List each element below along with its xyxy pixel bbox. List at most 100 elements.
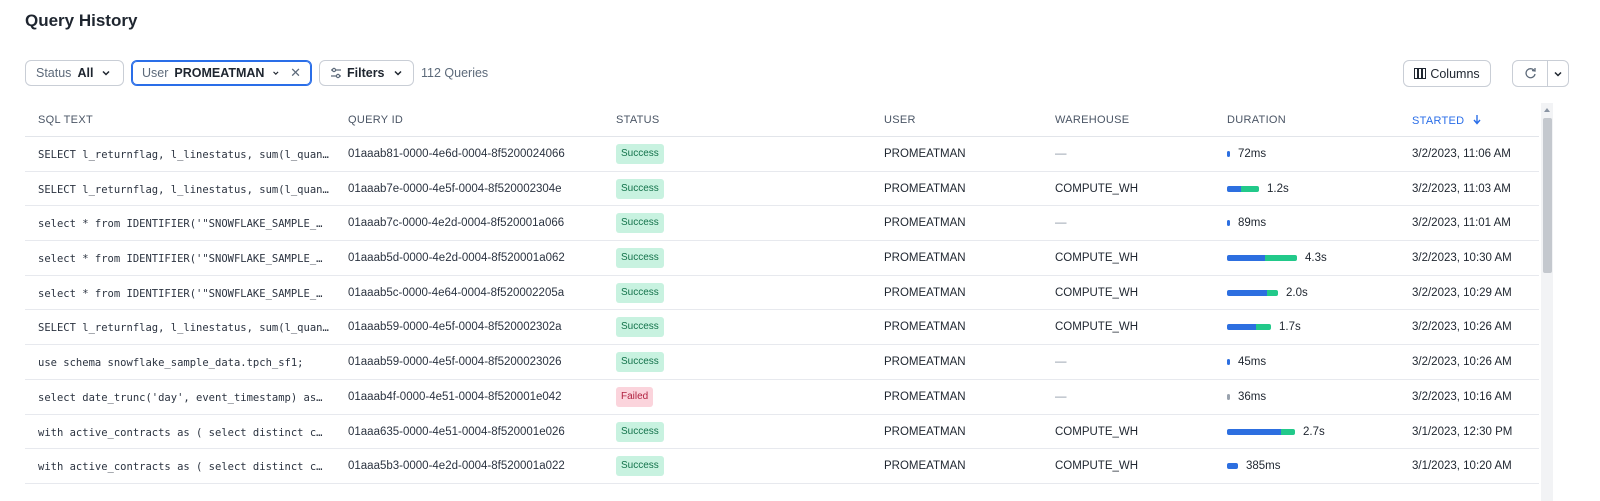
- clear-user-filter-icon[interactable]: ✕: [290, 65, 301, 81]
- warehouse-cell: —: [1055, 356, 1067, 369]
- table-row[interactable]: SELECT l_returnflag, l_linestatus, sum(l…: [25, 310, 1539, 346]
- duration-bar-failed-segment: [1227, 393, 1230, 400]
- user-cell: PROMEATMAN: [884, 148, 966, 160]
- table-header: SQL TEXT QUERY ID STATUS USER WAREHOUSE …: [25, 103, 1539, 137]
- duration-cell: 45ms: [1227, 356, 1266, 368]
- user-cell: PROMEATMAN: [884, 217, 966, 230]
- table-row[interactable]: select * from IDENTIFIER('"SNOWFLAKE_SAM…: [25, 241, 1539, 276]
- column-header-warehouse[interactable]: WAREHOUSE: [1055, 114, 1129, 126]
- query-id-cell[interactable]: 01aaab7e-0000-4e5f-0004-8f520002304e: [348, 183, 562, 195]
- duration-bar-compile-segment: [1227, 463, 1238, 470]
- duration-cell: 4.3s: [1227, 252, 1327, 264]
- status-badge: Success: [616, 213, 664, 234]
- column-header-sql-text[interactable]: SQL TEXT: [38, 114, 93, 126]
- table-row[interactable]: select date_trunc('day', event_timestamp…: [25, 380, 1539, 415]
- duration-value: 72ms: [1238, 148, 1267, 160]
- duration-bar-compile-segment: [1227, 220, 1230, 227]
- scroll-up-arrow-icon[interactable]: [1543, 106, 1551, 114]
- duration-bar-compile-segment: [1227, 185, 1241, 192]
- filters-button[interactable]: Filters: [319, 60, 414, 86]
- table-row[interactable]: select * from IDENTIFIER('"SNOWFLAKE_SAM…: [25, 276, 1539, 311]
- toolbar: Status All User PROMEATMAN ✕ Filters 112…: [25, 60, 1585, 87]
- table-row[interactable]: with active_contracts as ( select distin…: [25, 415, 1539, 450]
- sql-text-cell: with active_contracts as ( select distin…: [38, 426, 323, 439]
- duration-value: 1.2s: [1267, 182, 1289, 195]
- duration-bar-execute-segment: [1256, 324, 1271, 331]
- query-id-cell[interactable]: 01aaab59-0000-4e5f-0004-8f520002302a: [348, 321, 562, 333]
- duration-bar-compile-segment: [1227, 324, 1256, 331]
- table-row[interactable]: SELECT l_returnflag, l_linestatus, sum(l…: [25, 172, 1539, 207]
- columns-icon: [1414, 68, 1427, 79]
- user-filter-label: User: [142, 66, 169, 80]
- status-badge: Success: [616, 421, 664, 442]
- column-header-query-id[interactable]: QUERY ID: [348, 114, 403, 126]
- duration-bar: [1227, 324, 1271, 331]
- started-cell: 3/2/2023, 10:26 AM: [1412, 356, 1512, 369]
- column-header-started[interactable]: STARTED: [1412, 114, 1482, 127]
- chevron-down-icon: [102, 70, 110, 76]
- duration-cell: 1.2s: [1227, 183, 1289, 195]
- duration-bar-compile-segment: [1227, 428, 1281, 435]
- status-badge: Success: [616, 282, 664, 303]
- query-id-cell[interactable]: 01aaab5d-0000-4e2d-0004-8f520001a062: [348, 252, 565, 264]
- duration-bar: [1227, 359, 1230, 366]
- query-id-cell[interactable]: 01aaa635-0000-4e51-0004-8f520001e026: [348, 426, 565, 438]
- table-row[interactable]: use schema snowflake_sample_data.tpch_sf…: [25, 345, 1539, 380]
- query-id-cell[interactable]: 01aaa5b3-0000-4e2d-0004-8f520001a022: [348, 460, 565, 472]
- status-filter-value: All: [77, 66, 94, 80]
- query-id-cell[interactable]: 01aaab7c-0000-4e2d-0004-8f520001a066: [348, 217, 564, 229]
- query-id-cell[interactable]: 01aaab59-0000-4e5f-0004-8f5200023026: [348, 356, 562, 368]
- duration-bar-execute-segment: [1241, 185, 1259, 192]
- duration-cell: 1.7s: [1227, 321, 1301, 333]
- duration-value: 89ms: [1238, 217, 1267, 230]
- refresh-button[interactable]: [1512, 60, 1548, 87]
- started-cell: 3/2/2023, 11:03 AM: [1412, 182, 1511, 195]
- duration-bar: [1227, 393, 1230, 400]
- status-badge: Success: [616, 248, 664, 269]
- chevron-down-icon: [1554, 71, 1562, 77]
- refresh-options-dropdown[interactable]: [1547, 60, 1569, 87]
- user-cell: PROMEATMAN: [884, 356, 966, 369]
- duration-cell: 36ms: [1227, 391, 1266, 403]
- warehouse-cell: —: [1055, 390, 1067, 403]
- table-row[interactable]: with active_contracts as ( select distin…: [25, 449, 1539, 484]
- duration-bar-execute-segment: [1281, 428, 1295, 435]
- status-filter-dropdown[interactable]: Status All: [25, 60, 124, 86]
- query-id-cell[interactable]: 01aaab5c-0000-4e64-0004-8f520002205a: [348, 287, 564, 299]
- started-cell: 3/2/2023, 10:16 AM: [1412, 390, 1512, 403]
- user-cell: PROMEATMAN: [884, 460, 966, 473]
- duration-bar-execute-segment: [1265, 255, 1297, 262]
- columns-button[interactable]: Columns: [1403, 60, 1491, 87]
- column-header-duration[interactable]: DURATION: [1227, 114, 1286, 126]
- started-cell: 3/2/2023, 10:26 AM: [1412, 321, 1512, 334]
- duration-cell: 89ms: [1227, 217, 1266, 229]
- columns-label: Columns: [1430, 66, 1480, 81]
- sql-text-cell: with active_contracts as ( select distin…: [38, 461, 323, 474]
- warehouse-cell: COMPUTE_WH: [1055, 252, 1139, 265]
- scrollbar-thumb[interactable]: [1543, 118, 1552, 273]
- table-row[interactable]: SELECT l_returnflag, l_linestatus, sum(l…: [25, 137, 1539, 172]
- user-filter-dropdown[interactable]: User PROMEATMAN ✕: [131, 60, 312, 86]
- sql-text-cell: select * from IDENTIFIER('"SNOWFLAKE_SAM…: [38, 287, 323, 300]
- sql-text-cell: SELECT l_returnflag, l_linestatus, sum(l…: [38, 183, 329, 196]
- column-header-user[interactable]: USER: [884, 114, 916, 126]
- warehouse-cell: COMPUTE_WH: [1055, 286, 1139, 299]
- sql-text-cell: select * from IDENTIFIER('"SNOWFLAKE_SAM…: [38, 253, 323, 266]
- status-filter-label: Status: [36, 66, 72, 80]
- duration-bar-compile-segment: [1227, 255, 1265, 262]
- duration-cell: 385ms: [1227, 460, 1281, 472]
- duration-bar: [1227, 220, 1230, 227]
- duration-bar: [1227, 151, 1230, 157]
- refresh-icon: [1524, 68, 1536, 79]
- started-cell: 3/2/2023, 10:29 AM: [1412, 286, 1512, 299]
- user-cell: PROMEATMAN: [884, 425, 966, 438]
- duration-value: 36ms: [1238, 390, 1267, 403]
- query-id-cell[interactable]: 01aaab4f-0000-4e51-0004-8f520001e042: [348, 391, 562, 403]
- duration-value: 2.0s: [1286, 286, 1308, 299]
- column-header-status[interactable]: STATUS: [616, 114, 660, 126]
- sql-text-cell: use schema snowflake_sample_data.tpch_sf…: [38, 357, 304, 370]
- table-row[interactable]: select * from IDENTIFIER('"SNOWFLAKE_SAM…: [25, 206, 1539, 242]
- duration-bar-compile-segment: [1227, 359, 1230, 366]
- status-badge: Success: [616, 352, 664, 373]
- query-id-cell[interactable]: 01aaab81-0000-4e6d-0004-8f5200024066: [348, 148, 565, 160]
